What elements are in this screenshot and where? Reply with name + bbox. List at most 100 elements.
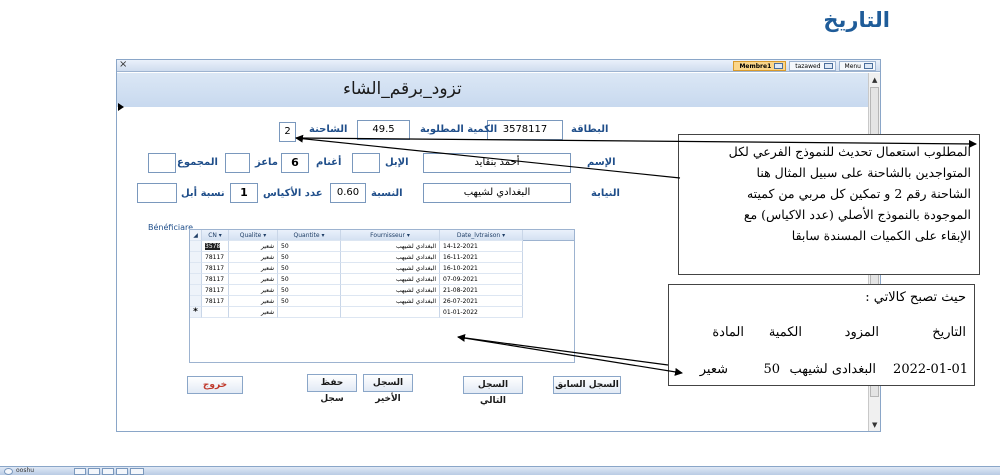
- cell-qualite[interactable]: شعير: [229, 241, 278, 252]
- cell-fournisseur[interactable]: البغدادي لشيهب: [341, 274, 440, 285]
- tab-menu[interactable]: Menu: [838, 61, 876, 71]
- cell-date[interactable]: 07-09-2021: [440, 274, 523, 285]
- camel-ratio-field[interactable]: [137, 183, 177, 203]
- cell-cn[interactable]: [202, 307, 229, 318]
- cell-date[interactable]: 01-01-2022: [440, 307, 523, 318]
- cell-fournisseur[interactable]: البغدادي لشيهب: [341, 263, 440, 274]
- table-row[interactable]: 78117 شعير 50 البغدادي لشيهب 16-10-2021: [190, 263, 574, 274]
- view-icon[interactable]: [102, 468, 114, 475]
- table-row[interactable]: 3578 شعير 50 البغدادي لشيهب 14-12-2021: [190, 241, 574, 252]
- goats-field[interactable]: [225, 153, 250, 173]
- cell-qualite[interactable]: شعير: [229, 263, 278, 274]
- taskbar-text: ooshu: [16, 467, 35, 474]
- cell-date[interactable]: 16-11-2021: [440, 252, 523, 263]
- table-row[interactable]: 78117 شعير 50 البغدادي لشيهب 07-09-2021: [190, 274, 574, 285]
- row-selector[interactable]: [190, 252, 202, 263]
- office-field[interactable]: البغدادي لشيهب: [423, 183, 571, 203]
- bag-count-field[interactable]: 1: [230, 183, 258, 203]
- column-header-fournisseur[interactable]: Fournisseur ▾: [341, 230, 440, 241]
- truck-field[interactable]: 2: [279, 122, 296, 142]
- cell-quantite[interactable]: 50: [278, 296, 341, 307]
- name-field[interactable]: أحمد بنقايد: [423, 153, 571, 173]
- next-record-button[interactable]: السجل التالي: [463, 376, 523, 406]
- requested-qty-field[interactable]: 49.5: [357, 120, 410, 140]
- subform-label: Bénéficiare: [148, 223, 193, 232]
- cell-cn[interactable]: 3578: [202, 241, 229, 252]
- form-icon: [864, 63, 873, 69]
- cell-fournisseur[interactable]: البغدادي لشيهب: [341, 252, 440, 263]
- cell-qualite[interactable]: شعير: [229, 296, 278, 307]
- table-row[interactable]: 78117 شعير 50 البغدادي لشيهب 21-08-2021: [190, 285, 574, 296]
- cell-quantite[interactable]: 50: [278, 241, 341, 252]
- cell-cn[interactable]: 78117: [202, 296, 229, 307]
- cell-quantite[interactable]: 50: [278, 285, 341, 296]
- result-value-material: شعير: [699, 362, 728, 377]
- total-field[interactable]: [148, 153, 176, 173]
- select-all-icon[interactable]: ◢: [190, 230, 202, 241]
- cell-fournisseur[interactable]: البغدادي لشيهب: [341, 296, 440, 307]
- cell-qualite[interactable]: شعير: [229, 285, 278, 296]
- cell-fournisseur[interactable]: البغدادي لشيهب: [341, 285, 440, 296]
- new-record-row[interactable]: * شعير 01-01-2022: [190, 307, 574, 318]
- cell-quantite[interactable]: 50: [278, 252, 341, 263]
- row-selector[interactable]: [190, 296, 202, 307]
- row-selector[interactable]: [190, 274, 202, 285]
- view-icon[interactable]: [116, 468, 128, 475]
- column-title: Fournisseur: [370, 232, 405, 239]
- table-row[interactable]: 78117 شعير 50 البغدادي لشيهب 16-11-2021: [190, 252, 574, 263]
- column-header-date[interactable]: Date_lvtraison ▾: [440, 230, 523, 241]
- ratio-field[interactable]: 0.60: [330, 183, 366, 203]
- cell-fournisseur[interactable]: البغدادي لشيهب: [341, 241, 440, 252]
- cell-cn[interactable]: 78117: [202, 274, 229, 285]
- card-field[interactable]: 3578117: [487, 120, 563, 140]
- camels-label: الإبل: [385, 157, 409, 168]
- column-header-qualite[interactable]: Qualite ▾: [229, 230, 278, 241]
- tab-label: tazawed: [795, 63, 821, 70]
- previous-record-button[interactable]: السجل السابق: [553, 376, 621, 394]
- subform-datasheet: ◢ CN ▾ Qualite ▾ Quantite ▾ Fournisseur …: [189, 229, 575, 363]
- tab-tazawed[interactable]: tazawed: [789, 61, 836, 71]
- last-record-button[interactable]: السجل الأخير: [363, 374, 413, 404]
- cell-cn[interactable]: 78117: [202, 263, 229, 274]
- column-header-cn[interactable]: CN ▾: [202, 230, 229, 241]
- result-header-material: المادة: [712, 325, 744, 340]
- cell-date[interactable]: 21-08-2021: [440, 285, 523, 296]
- view-icon[interactable]: [130, 468, 144, 475]
- cell-qualite[interactable]: شعير: [229, 252, 278, 263]
- ratio-label: النسبة: [371, 188, 403, 199]
- bag-count-label: عدد الأكياس: [263, 188, 323, 199]
- camels-field[interactable]: [352, 153, 380, 173]
- row-selector[interactable]: [190, 263, 202, 274]
- table-row[interactable]: 78117 شعير 50 البغدادي لشيهب 26-07-2021: [190, 296, 574, 307]
- column-header-quantite[interactable]: Quantite ▾: [278, 230, 341, 241]
- scroll-down-icon[interactable]: ▼: [872, 421, 877, 429]
- exit-button[interactable]: خروج: [187, 376, 243, 394]
- requested-qty-label: الكمية المطلوبة: [420, 124, 498, 135]
- result-header-supplier: المزود: [844, 325, 879, 340]
- cell-cn[interactable]: 78117: [202, 252, 229, 263]
- cell-quantite[interactable]: [278, 307, 341, 318]
- scroll-up-icon[interactable]: ▲: [872, 76, 877, 84]
- cell-date[interactable]: 26-07-2021: [440, 296, 523, 307]
- record-selector-icon[interactable]: [118, 103, 124, 111]
- row-selector[interactable]: [190, 241, 202, 252]
- close-icon[interactable]: ×: [119, 59, 127, 70]
- camel-ratio-label: نسبة أبل: [181, 188, 225, 199]
- start-icon[interactable]: [4, 468, 13, 475]
- view-icon[interactable]: [88, 468, 100, 475]
- save-record-button[interactable]: حفظ سجل: [307, 374, 357, 404]
- sheep-field[interactable]: 6: [281, 153, 309, 173]
- cell-qualite[interactable]: شعير: [229, 274, 278, 285]
- form-icon: [823, 63, 833, 69]
- cell-date[interactable]: 16-10-2021: [440, 263, 523, 274]
- cell-qualite[interactable]: شعير: [229, 307, 278, 318]
- cell-fournisseur[interactable]: [341, 307, 440, 318]
- cell-cn[interactable]: 78117: [202, 285, 229, 296]
- cell-quantite[interactable]: 50: [278, 274, 341, 285]
- tab-membre1[interactable]: Membre1: [733, 61, 787, 71]
- view-icon[interactable]: [74, 468, 86, 475]
- new-record-icon: *: [190, 307, 202, 318]
- cell-date[interactable]: 14-12-2021: [440, 241, 523, 252]
- row-selector[interactable]: [190, 285, 202, 296]
- cell-quantite[interactable]: 50: [278, 263, 341, 274]
